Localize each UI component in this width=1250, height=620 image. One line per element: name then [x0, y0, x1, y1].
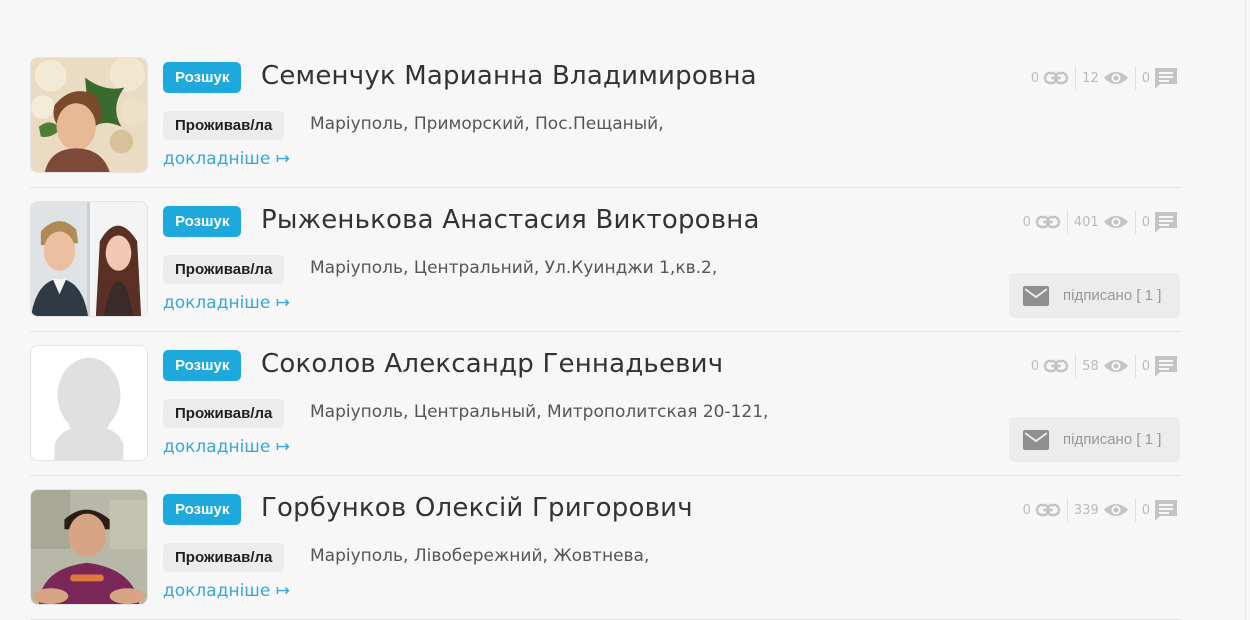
person-address: Маріуполь, Лівобережний, Жовтнева,	[310, 546, 650, 566]
eye-icon	[1103, 504, 1128, 516]
comments-stat[interactable]: 0	[1142, 210, 1178, 234]
person-card: Розшук Рыженькова Анастасия Викторовна П…	[30, 188, 1180, 332]
person-name[interactable]: Соколов Александр Геннадьевич	[261, 349, 723, 379]
stats-bar: 0 401 0	[1023, 210, 1178, 234]
comments-stat[interactable]: 0	[1142, 354, 1178, 378]
search-status-badge[interactable]: Розшук	[163, 206, 242, 237]
eye-icon	[1103, 72, 1128, 84]
link-icon	[1043, 71, 1069, 85]
subscribed-button[interactable]: підписано [ 1 ]	[1009, 273, 1180, 318]
links-count: 0	[1030, 358, 1040, 374]
search-status-badge[interactable]: Розшук	[163, 62, 242, 93]
more-details-link[interactable]: докладніше ↦	[163, 437, 290, 457]
comments-stat[interactable]: 0	[1142, 66, 1178, 90]
stats-divider	[1134, 210, 1136, 234]
envelope-icon	[1023, 285, 1049, 306]
eye-icon	[1103, 216, 1128, 228]
comment-icon	[1155, 356, 1177, 377]
links-stat[interactable]: 0	[1031, 354, 1069, 378]
views-count: 339	[1073, 502, 1099, 518]
person-card: Розшук Соколов Александр Геннадьевич Про…	[30, 332, 1180, 476]
person-address: Маріуполь, Центральный, Митрополитская 2…	[310, 402, 769, 422]
stats-divider	[1134, 498, 1136, 522]
views-count: 58	[1082, 358, 1099, 374]
subscribed-label: підписано [ 1 ]	[1063, 287, 1162, 304]
views-count: 12	[1082, 70, 1099, 86]
search-status-badge[interactable]: Розшук	[163, 350, 242, 381]
links-count: 0	[1022, 214, 1031, 230]
eye-icon	[1103, 360, 1128, 372]
more-details-link[interactable]: докладніше ↦	[163, 293, 290, 313]
search-status-badge[interactable]: Розшук	[163, 494, 242, 525]
views-count: 401	[1073, 214, 1099, 230]
links-stat[interactable]: 0	[1023, 210, 1061, 234]
person-name[interactable]: Семенчук Марианна Владимировна	[261, 61, 757, 91]
views-stat: 12	[1082, 66, 1129, 90]
links-stat[interactable]: 0	[1023, 498, 1061, 522]
person-photo[interactable]	[30, 57, 148, 173]
lived-label-tag: Проживав/ла	[163, 543, 285, 572]
stats-bar: 0 339 0	[1023, 498, 1178, 522]
stats-bar: 0 58 0	[1031, 354, 1178, 378]
comments-count: 0	[1141, 502, 1150, 518]
more-details-link[interactable]: докладніше ↦	[163, 581, 290, 601]
lived-label-tag: Проживав/ла	[163, 399, 285, 428]
person-address: Маріуполь, Центральний, Ул.Куинджи 1,кв.…	[310, 258, 718, 278]
comment-icon	[1155, 212, 1177, 233]
person-photo[interactable]	[30, 201, 148, 317]
comments-count: 0	[1141, 214, 1150, 230]
person-name[interactable]: Горбунков Олексій Григорович	[261, 493, 693, 523]
stats-divider	[1134, 66, 1136, 90]
links-count: 0	[1022, 502, 1031, 518]
comments-stat[interactable]: 0	[1142, 498, 1178, 522]
missing-persons-list: Розшук Семенчук Марианна Владимировна Пр…	[30, 44, 1180, 620]
views-stat: 58	[1082, 354, 1129, 378]
links-stat[interactable]: 0	[1031, 66, 1069, 90]
comment-icon	[1155, 68, 1177, 89]
views-stat: 401	[1074, 210, 1129, 234]
stats-bar: 0 12 0	[1031, 66, 1178, 90]
envelope-icon	[1023, 429, 1049, 450]
person-photo[interactable]	[30, 489, 148, 605]
lived-label-tag: Проживав/ла	[163, 255, 285, 284]
comments-count: 0	[1141, 70, 1150, 86]
person-card: Розшук Семенчук Марианна Владимировна Пр…	[30, 44, 1180, 188]
subscribed-label: підписано [ 1 ]	[1063, 431, 1162, 448]
views-stat: 339	[1074, 498, 1129, 522]
comments-count: 0	[1141, 358, 1150, 374]
comment-icon	[1155, 500, 1177, 521]
person-name[interactable]: Рыженькова Анастасия Викторовна	[261, 205, 760, 235]
stats-divider	[1066, 210, 1068, 234]
link-icon	[1035, 503, 1061, 517]
person-photo[interactable]	[30, 345, 148, 461]
links-count: 0	[1030, 70, 1040, 86]
person-address: Маріуполь, Приморский, Пос.Пещаный,	[310, 114, 664, 134]
more-details-link[interactable]: докладніше ↦	[163, 149, 290, 169]
subscribed-button[interactable]: підписано [ 1 ]	[1009, 417, 1180, 462]
stats-divider	[1075, 66, 1077, 90]
stats-divider	[1134, 354, 1136, 378]
link-icon	[1035, 215, 1061, 229]
lived-label-tag: Проживав/ла	[163, 111, 285, 140]
stats-divider	[1075, 354, 1077, 378]
stats-divider	[1066, 498, 1068, 522]
link-icon	[1043, 359, 1069, 373]
person-card: Розшук Горбунков Олексій Григорович Прож…	[30, 476, 1180, 620]
page-edge-divider	[1245, 0, 1246, 620]
